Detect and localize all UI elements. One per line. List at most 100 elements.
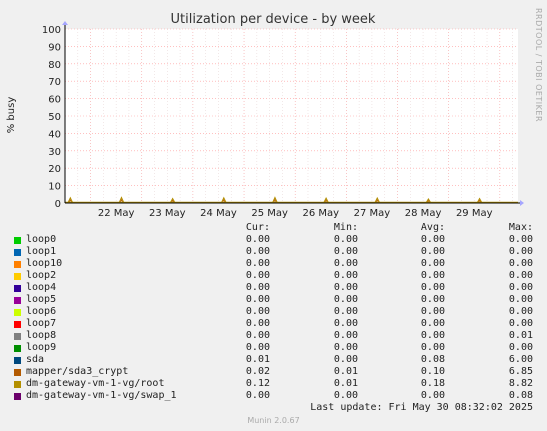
legend-max: 0.00 bbox=[508, 258, 533, 269]
legend-row: loop8 0.00 0.00 0.00 0.01 bbox=[0, 330, 547, 342]
x-tick-label: 28 May bbox=[405, 208, 442, 219]
legend-swatch bbox=[14, 381, 21, 388]
legend-min: 0.00 bbox=[333, 354, 358, 365]
legend-swatch bbox=[14, 285, 21, 292]
legend-avg: 0.00 bbox=[420, 258, 445, 269]
legend-avg: 0.00 bbox=[420, 294, 445, 305]
legend-min: 0.01 bbox=[333, 366, 358, 377]
legend-row: loop4 0.00 0.00 0.00 0.00 bbox=[0, 282, 547, 294]
legend-min: 0.00 bbox=[333, 342, 358, 353]
legend-series-name: loop2 bbox=[26, 270, 57, 281]
legend-cur: 0.00 bbox=[245, 258, 270, 269]
legend-row: loop10 0.00 0.00 0.00 0.00 bbox=[0, 258, 547, 270]
x-tick-label: 27 May bbox=[354, 208, 391, 219]
y-tick-label: 30 bbox=[48, 147, 61, 158]
legend-series-name: dm-gateway-vm-1-vg/root bbox=[26, 378, 165, 389]
header-avg: Avg: bbox=[420, 222, 445, 233]
y-tick-label: 70 bbox=[48, 77, 61, 88]
legend-max: 0.00 bbox=[508, 246, 533, 257]
legend-series-name: loop5 bbox=[26, 294, 57, 305]
legend-max: 0.00 bbox=[508, 318, 533, 329]
legend-avg: 0.00 bbox=[420, 282, 445, 293]
legend-series-name: loop4 bbox=[26, 282, 57, 293]
y-tick-label: 20 bbox=[48, 164, 61, 175]
chart-title: Utilization per device - by week bbox=[171, 12, 376, 27]
legend-min: 0.00 bbox=[333, 306, 358, 317]
legend-swatch bbox=[14, 333, 21, 340]
munin-version: Munin 2.0.67 bbox=[247, 416, 300, 425]
x-tick-label: 29 May bbox=[456, 208, 493, 219]
legend-avg: 0.00 bbox=[420, 342, 445, 353]
y-tick-label: 80 bbox=[48, 60, 61, 71]
legend-min: 0.00 bbox=[333, 258, 358, 269]
legend-row: dm-gateway-vm-1-vg/root 0.12 0.01 0.18 8.82 bbox=[0, 378, 547, 390]
x-tick-label: 26 May bbox=[302, 208, 339, 219]
y-tick-label: 100 bbox=[42, 25, 61, 36]
legend-swatch bbox=[14, 345, 21, 352]
legend-cur: 0.12 bbox=[245, 378, 270, 389]
legend-cur: 0.00 bbox=[245, 390, 270, 401]
legend-row: loop9 0.00 0.00 0.00 0.00 bbox=[0, 342, 547, 354]
legend-series-name: loop1 bbox=[26, 246, 57, 257]
x-axis-arrow bbox=[520, 200, 524, 206]
y-tick-label: 60 bbox=[48, 95, 61, 106]
legend-series-name: loop6 bbox=[26, 306, 57, 317]
legend-cur: 0.00 bbox=[245, 342, 270, 353]
legend-avg: 0.00 bbox=[420, 234, 445, 245]
legend-min: 0.00 bbox=[333, 330, 358, 341]
legend-avg: 0.08 bbox=[420, 354, 445, 365]
legend-max: 0.08 bbox=[508, 390, 533, 401]
legend-series-name: loop0 bbox=[26, 234, 57, 245]
legend-swatch bbox=[14, 237, 21, 244]
legend-swatch bbox=[14, 321, 21, 328]
y-tick-label: 50 bbox=[48, 112, 61, 123]
legend-avg: 0.00 bbox=[420, 306, 445, 317]
legend-series-name: sda bbox=[26, 354, 45, 365]
legend-swatch bbox=[14, 297, 21, 304]
last-update: Last update: Fri May 30 08:32:02 2025 bbox=[310, 402, 533, 413]
legend-avg: 0.00 bbox=[420, 270, 445, 281]
legend-min: 0.00 bbox=[333, 318, 358, 329]
legend-swatch bbox=[14, 309, 21, 316]
legend-series-name: loop7 bbox=[26, 318, 57, 329]
legend-row: loop1 0.00 0.00 0.00 0.00 bbox=[0, 246, 547, 258]
legend-max: 0.00 bbox=[508, 306, 533, 317]
x-tick-label: 23 May bbox=[149, 208, 186, 219]
legend-swatch bbox=[14, 273, 21, 280]
legend-cur: 0.00 bbox=[245, 282, 270, 293]
y-tick-label: 10 bbox=[48, 182, 61, 193]
y-tick-label: 40 bbox=[48, 129, 61, 140]
legend-rows: loop0 0.00 0.00 0.00 0.00 loop1 0.00 0.00 0.00 0.… bbox=[0, 234, 547, 402]
legend-avg: 0.10 bbox=[420, 366, 445, 377]
legend-max: 0.00 bbox=[508, 294, 533, 305]
plot-area bbox=[65, 29, 518, 203]
y-tick-label: 90 bbox=[48, 42, 61, 53]
legend-max: 0.00 bbox=[508, 342, 533, 353]
legend-cur: 0.00 bbox=[245, 330, 270, 341]
legend-min: 0.00 bbox=[333, 246, 358, 257]
legend-cur: 0.00 bbox=[245, 270, 270, 281]
legend-max: 6.00 bbox=[508, 354, 533, 365]
legend-series-name: dm-gateway-vm-1-vg/swap_1 bbox=[26, 390, 177, 401]
legend-avg: 0.00 bbox=[420, 318, 445, 329]
legend-avg: 0.00 bbox=[420, 390, 445, 401]
legend-row: loop0 0.00 0.00 0.00 0.00 bbox=[0, 234, 547, 246]
legend-series-name: mapper/sda3_crypt bbox=[26, 366, 129, 377]
legend: Cur: Min: Avg: Max: loop0 0.00 0.00 0.00 0.0… bbox=[0, 222, 547, 402]
legend-cur: 0.02 bbox=[245, 366, 270, 377]
legend-row: sda 0.01 0.00 0.08 6.00 bbox=[0, 354, 547, 366]
legend-min: 0.01 bbox=[333, 378, 358, 389]
legend-cur: 0.00 bbox=[245, 234, 270, 245]
legend-row: loop2 0.00 0.00 0.00 0.00 bbox=[0, 270, 547, 282]
legend-max: 0.01 bbox=[508, 330, 533, 341]
legend-avg: 0.00 bbox=[420, 246, 445, 257]
legend-series-name: loop8 bbox=[26, 330, 57, 341]
y-tick-labels: 0 10 20 30 40 50 60 70 80 90 100 bbox=[42, 25, 61, 210]
legend-cur: 0.00 bbox=[245, 294, 270, 305]
legend-cur: 0.00 bbox=[245, 306, 270, 317]
legend-row: loop6 0.00 0.00 0.00 0.00 bbox=[0, 306, 547, 318]
legend-max: 0.00 bbox=[508, 234, 533, 245]
legend-max: 0.00 bbox=[508, 282, 533, 293]
grid bbox=[64, 28, 518, 203]
y-axis-arrow bbox=[62, 21, 68, 25]
